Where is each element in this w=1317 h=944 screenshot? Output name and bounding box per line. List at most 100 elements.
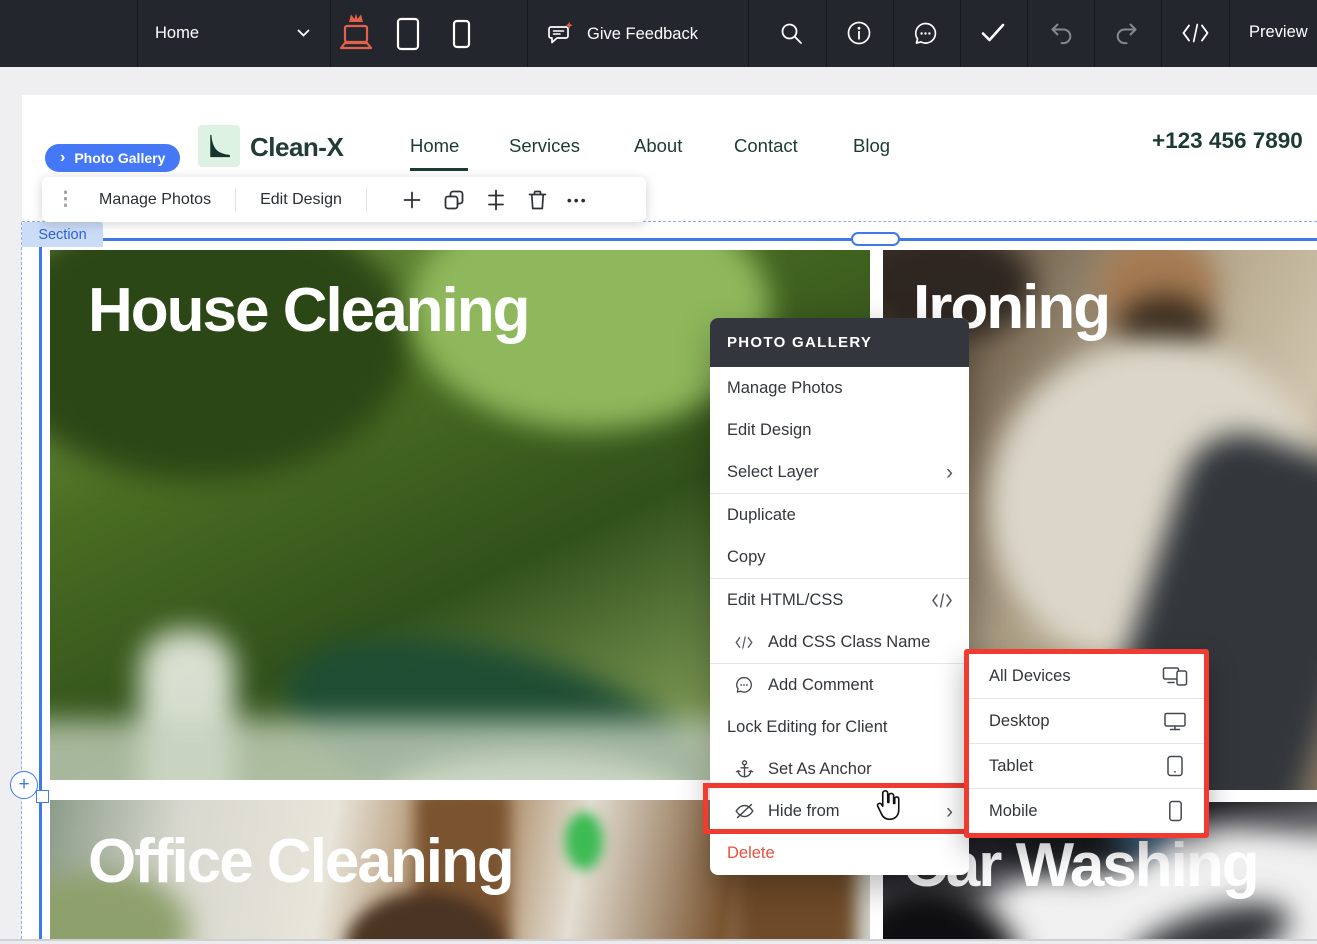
phone-number: +123 456 7890	[1152, 128, 1303, 154]
menu-item-delete[interactable]: Delete	[710, 832, 969, 875]
menu-item-add-comment[interactable]: Add Comment	[710, 664, 969, 706]
nav-item-home[interactable]: Home	[410, 135, 459, 157]
nav-item-about[interactable]: About	[634, 135, 682, 157]
undo-button[interactable]	[1048, 21, 1074, 45]
preview-button[interactable]: Preview	[1249, 23, 1308, 42]
comment-bubble-icon	[912, 20, 939, 47]
submenu-item-desktop[interactable]: Desktop	[969, 699, 1204, 743]
stretch-button[interactable]	[485, 189, 507, 211]
toolbar-divider	[235, 188, 236, 212]
feedback-bubble-icon	[546, 20, 574, 48]
submenu-item-label: Tablet	[989, 757, 1033, 776]
section-resize-handle[interactable]	[851, 232, 900, 246]
photo-shape	[565, 812, 603, 870]
menu-item-label: Hide from	[768, 802, 840, 821]
element-toolbar: ⋮ Manage Photos Edit Design •••	[42, 177, 646, 222]
context-menu: PHOTO GALLERY Manage Photos Edit Design …	[710, 318, 969, 875]
brand-name: Clean-X	[250, 132, 343, 163]
nav-item-services[interactable]: Services	[509, 135, 580, 157]
chevron-right-icon: ›	[60, 150, 65, 166]
info-icon	[845, 19, 873, 47]
menu-item-lock-editing[interactable]: Lock Editing for Client	[710, 706, 969, 748]
add-section-button[interactable]: +	[10, 771, 38, 799]
comments-button[interactable]	[912, 20, 939, 47]
copy-icon	[443, 189, 465, 211]
redo-button[interactable]	[1114, 21, 1140, 45]
chevron-right-icon: ›	[946, 462, 953, 483]
hand-cursor-icon	[872, 788, 903, 823]
edit-design-button[interactable]: Edit Design	[260, 191, 342, 209]
top-toolbar: Home	[0, 0, 1317, 67]
selection-square-handle[interactable]	[36, 790, 49, 803]
page-selector-label: Home	[155, 24, 199, 43]
mobile-icon	[452, 19, 471, 49]
nav-item-blog[interactable]: Blog	[853, 135, 890, 157]
duplicate-button[interactable]	[443, 189, 465, 211]
menu-item-label: Edit Design	[727, 421, 811, 440]
submenu-item-label: Desktop	[989, 712, 1050, 731]
menu-item-manage-photos[interactable]: Manage Photos	[710, 367, 969, 409]
toolbar-separator	[748, 0, 749, 67]
section-label[interactable]: Section	[22, 222, 103, 247]
mobile-icon	[1162, 799, 1188, 823]
photo-gallery-badge[interactable]: › Photo Gallery	[45, 144, 180, 172]
menu-item-set-as-anchor[interactable]: Set As Anchor	[710, 748, 969, 790]
save-check-button[interactable]	[980, 22, 1006, 44]
stretch-icon	[485, 189, 507, 211]
toolbar-separator	[826, 0, 827, 67]
search-button[interactable]	[778, 20, 805, 47]
gallery-item-title: House Cleaning	[88, 275, 529, 346]
toolbar-separator	[330, 0, 331, 67]
laptop-crown-icon	[334, 10, 378, 56]
desktop-icon	[1162, 709, 1188, 733]
mobile-device-button[interactable]	[452, 19, 471, 49]
manage-photos-button[interactable]: Manage Photos	[99, 191, 211, 209]
page-selector-dropdown[interactable]: Home	[137, 0, 330, 67]
menu-item-label: Copy	[727, 548, 766, 567]
menu-item-hide-from[interactable]: Hide from ›	[710, 790, 969, 832]
code-icon	[1181, 23, 1210, 43]
info-button[interactable]	[845, 19, 873, 47]
logo-check-icon	[205, 132, 233, 160]
brand-logo[interactable]	[198, 125, 240, 167]
nav-active-underline	[410, 168, 468, 171]
menu-item-copy[interactable]: Copy	[710, 536, 969, 578]
give-feedback-button[interactable]: Give Feedback	[546, 20, 698, 48]
toolbar-separator	[960, 0, 961, 67]
toolbar-separator	[1027, 0, 1028, 67]
code-icon	[733, 631, 755, 653]
submenu-item-all-devices[interactable]: All Devices	[969, 654, 1204, 698]
search-icon	[778, 20, 805, 47]
menu-item-label: Add Comment	[768, 676, 873, 695]
section-left-dashed-guide	[21, 222, 22, 939]
submenu-item-mobile[interactable]: Mobile	[969, 789, 1204, 833]
code-icon	[931, 593, 953, 608]
menu-item-select-layer[interactable]: Select Layer ›	[710, 451, 969, 493]
plus-icon	[402, 190, 422, 210]
submenu-item-tablet[interactable]: Tablet	[969, 744, 1204, 788]
menu-item-edit-design[interactable]: Edit Design	[710, 409, 969, 451]
redo-icon	[1114, 21, 1140, 45]
comment-bubble-icon	[733, 674, 755, 696]
menu-item-duplicate[interactable]: Duplicate	[710, 494, 969, 536]
desktop-device-button[interactable]	[334, 10, 378, 56]
toolbar-divider	[366, 188, 367, 212]
toolbar-separator	[1094, 0, 1095, 67]
tablet-icon	[1162, 754, 1188, 778]
menu-item-edit-html-css[interactable]: Edit HTML/CSS	[710, 579, 969, 621]
menu-item-label: Lock Editing for Client	[727, 718, 888, 737]
code-button[interactable]	[1181, 23, 1210, 43]
toolbar-separator	[527, 0, 528, 67]
tablet-device-button[interactable]	[396, 17, 420, 51]
chevron-right-icon: ›	[946, 801, 953, 822]
menu-item-label: Manage Photos	[727, 379, 843, 398]
nav-item-contact[interactable]: Contact	[734, 135, 798, 157]
submenu-item-label: All Devices	[989, 667, 1071, 686]
menu-item-add-css-class[interactable]: Add CSS Class Name	[710, 621, 969, 663]
give-feedback-label: Give Feedback	[587, 25, 698, 44]
delete-button[interactable]	[527, 189, 549, 211]
submenu-item-label: Mobile	[989, 802, 1038, 821]
add-element-button[interactable]	[401, 189, 423, 211]
more-options-button[interactable]: •••	[567, 192, 588, 208]
drag-handle-icon[interactable]: ⋮	[56, 188, 75, 211]
